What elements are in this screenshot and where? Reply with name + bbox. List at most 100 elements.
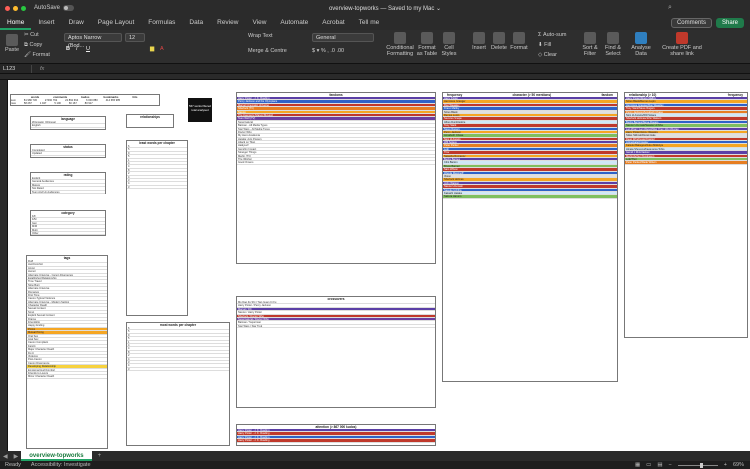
- format-painter-button[interactable]: 🖌 Format: [24, 52, 50, 58]
- analyse-data-button[interactable]: Analyse Data: [630, 32, 652, 57]
- search-icon[interactable]: ⌕: [668, 4, 680, 12]
- prev-sheet-icon[interactable]: ◀: [3, 453, 8, 460]
- works-count-box: 567 works filtered total analysed: [188, 98, 212, 122]
- fill-color-icon[interactable]: ▆: [150, 46, 154, 52]
- ribbon-tabs: Home Insert Draw Page Layout Formulas Da…: [0, 16, 750, 30]
- tab-insert[interactable]: Insert: [31, 16, 61, 30]
- font-name-select[interactable]: Aptos Narrow (Bod...: [64, 33, 122, 49]
- ribbon: Paste ✂ Cut ⧉ Copy 🖌 Format Aptos Narrow…: [0, 30, 750, 64]
- font-color-icon[interactable]: A: [160, 46, 164, 52]
- title-bar: AutoSave overview-topworks — Saved to my…: [0, 0, 750, 16]
- tags-list: Fluff Hurt/Comfort Angst Humor Alternate Uni…: [27, 260, 107, 379]
- page-layout-view-icon[interactable]: ▭: [646, 462, 651, 468]
- tab-page-layout[interactable]: Page Layout: [91, 16, 142, 30]
- zoom-level: 69%: [732, 462, 744, 468]
- rating-table: rating Explicit General Audiences Mature…: [30, 172, 106, 194]
- totals-table: words comments kudos bookmarks hits sum 8…: [10, 94, 160, 106]
- zoom-window-button[interactable]: [21, 5, 26, 11]
- next-sheet-icon[interactable]: ▶: [14, 453, 19, 460]
- delete-cells-button[interactable]: Delete: [490, 32, 508, 51]
- autosave-label: AutoSave: [34, 5, 61, 11]
- tab-home[interactable]: Home: [0, 16, 32, 30]
- tab-review[interactable]: Review: [210, 16, 245, 30]
- fandoms-list: Harry Potter - J. K. Rowling Percy Jackso…: [237, 97, 435, 165]
- tell-me-search[interactable]: Tell me: [352, 16, 387, 30]
- fx-icon[interactable]: fx: [40, 66, 44, 72]
- bold-button[interactable]: B: [66, 46, 70, 52]
- font-size-select[interactable]: 12: [125, 33, 145, 42]
- tag-row[interactable]: Minor Character Death: [27, 375, 107, 379]
- italic-button[interactable]: I: [76, 46, 78, 52]
- characters-table: frequency character (> 50 mentions) fand…: [442, 92, 618, 382]
- sheet-tab-bar: ◀ ▶ overview-topworks +: [0, 451, 750, 461]
- add-sheet-icon[interactable]: +: [98, 453, 102, 459]
- format-icon: [513, 32, 525, 44]
- tab-view[interactable]: View: [245, 16, 273, 30]
- fandoms-table: fandoms Harry Potter - J. K. Rowling Perc…: [236, 92, 436, 264]
- comments-button[interactable]: Comments: [670, 18, 712, 28]
- cell-styles-button[interactable]: Cell Styles: [440, 32, 458, 57]
- fill-button[interactable]: ⬇ Fill: [538, 42, 551, 48]
- crossover-row[interactable]: Star Wars / Star Trek: [237, 325, 435, 329]
- number-format-select[interactable]: General: [312, 33, 374, 42]
- character-row[interactable]: Sakura Haruno: [443, 195, 617, 199]
- sheet-tab-overview[interactable]: overview-topworks: [21, 451, 92, 461]
- underline-button[interactable]: U: [86, 46, 90, 52]
- clear-button[interactable]: ◇ Clear: [538, 52, 557, 58]
- tab-acrobat[interactable]: Acrobat: [315, 16, 351, 30]
- most-words-table: most words per chapter 6595144824343: [126, 322, 230, 446]
- relationship-frequency-table: relationship (> 10) frequency Harry Pott…: [624, 92, 748, 338]
- relationship-list: Harry Potter/Draco Malfoy Sirius Black/Re…: [625, 97, 747, 165]
- status-bar: Ready Accessibility: Investigate ▦ ▭ ▤ −…: [0, 461, 750, 469]
- least-words-list: 6595144824343: [127, 145, 187, 190]
- row-headers: [0, 80, 8, 451]
- close-window-button[interactable]: [5, 5, 10, 11]
- copy-button[interactable]: ⧉ Copy: [24, 42, 42, 49]
- paste-button[interactable]: Paste: [4, 34, 20, 53]
- merge-centre-button[interactable]: Merge & Centre: [248, 48, 287, 54]
- create-pdf-button[interactable]: Create PDF and share link: [662, 32, 702, 57]
- autosave-toggle[interactable]: [63, 5, 75, 11]
- conditional-formatting-button[interactable]: Conditional Formatting: [386, 32, 414, 57]
- most-words-row[interactable]: 3: [127, 368, 229, 372]
- zoom-slider[interactable]: [677, 462, 718, 468]
- relationships-table: relationships: [126, 114, 174, 128]
- pdf-icon: [676, 32, 688, 44]
- cut-button[interactable]: ✂ Cut: [24, 32, 39, 38]
- document-title[interactable]: overview-topworks — Saved to my Mac ⌄: [300, 5, 470, 12]
- insert-cells-button[interactable]: Insert: [470, 32, 488, 51]
- characters-list: Harry Potter Hermione Granger Ron Weasley D…: [443, 97, 617, 199]
- fandom-row[interactable]: Good Omens: [237, 161, 435, 165]
- zoom-in-icon[interactable]: +: [724, 462, 727, 468]
- tab-data[interactable]: Data: [182, 16, 210, 30]
- minimize-window-button[interactable]: [13, 5, 18, 11]
- window-controls: [5, 5, 26, 11]
- number-format-buttons[interactable]: $ ▾ % , .0 .00: [312, 48, 344, 54]
- name-box[interactable]: L123: [0, 64, 32, 73]
- delete-icon: [493, 32, 505, 44]
- accessibility-status[interactable]: Accessibility: Investigate: [31, 462, 91, 468]
- formula-bar: L123 fx: [0, 64, 750, 74]
- zoom-out-icon[interactable]: −: [669, 462, 672, 468]
- share-button[interactable]: Share: [715, 18, 744, 28]
- tab-automate[interactable]: Automate: [273, 16, 315, 30]
- find-icon: [607, 32, 619, 44]
- attention-list: Harry Potter - J. K. Rowling Harry Potter…: [237, 429, 435, 443]
- tab-draw[interactable]: Draw: [62, 16, 91, 30]
- sort-filter-button[interactable]: Sort & Filter: [580, 32, 600, 57]
- format-as-table-button[interactable]: Format as Table: [416, 32, 438, 57]
- sheet-grid[interactable]: words comments kudos bookmarks hits sum 8…: [8, 80, 750, 451]
- tags-table: tags Fluff Hurt/Comfort Angst Humor Alternat…: [26, 255, 108, 449]
- format-cells-button[interactable]: Format: [510, 32, 528, 51]
- max-row: max 58 267 1 947 5 100 60 167 80 917: [11, 102, 93, 105]
- normal-view-icon[interactable]: ▦: [635, 462, 640, 468]
- relationship-row[interactable]: Peter Parker/Wade Wilson: [625, 161, 747, 165]
- wrap-text-button[interactable]: Wrap Text: [248, 33, 273, 39]
- attention-row[interactable]: Harry Potter - J. K. Rowling: [237, 439, 435, 443]
- find-select-button[interactable]: Find & Select: [602, 32, 624, 57]
- autosum-button[interactable]: Σ Auto-sum: [538, 32, 566, 38]
- category-table: category F/F F/M Gen M/M Multi Other: [30, 210, 106, 236]
- page-break-view-icon[interactable]: ▤: [657, 462, 662, 468]
- tab-formulas[interactable]: Formulas: [141, 16, 182, 30]
- least-words-row[interactable]: 3: [127, 186, 187, 190]
